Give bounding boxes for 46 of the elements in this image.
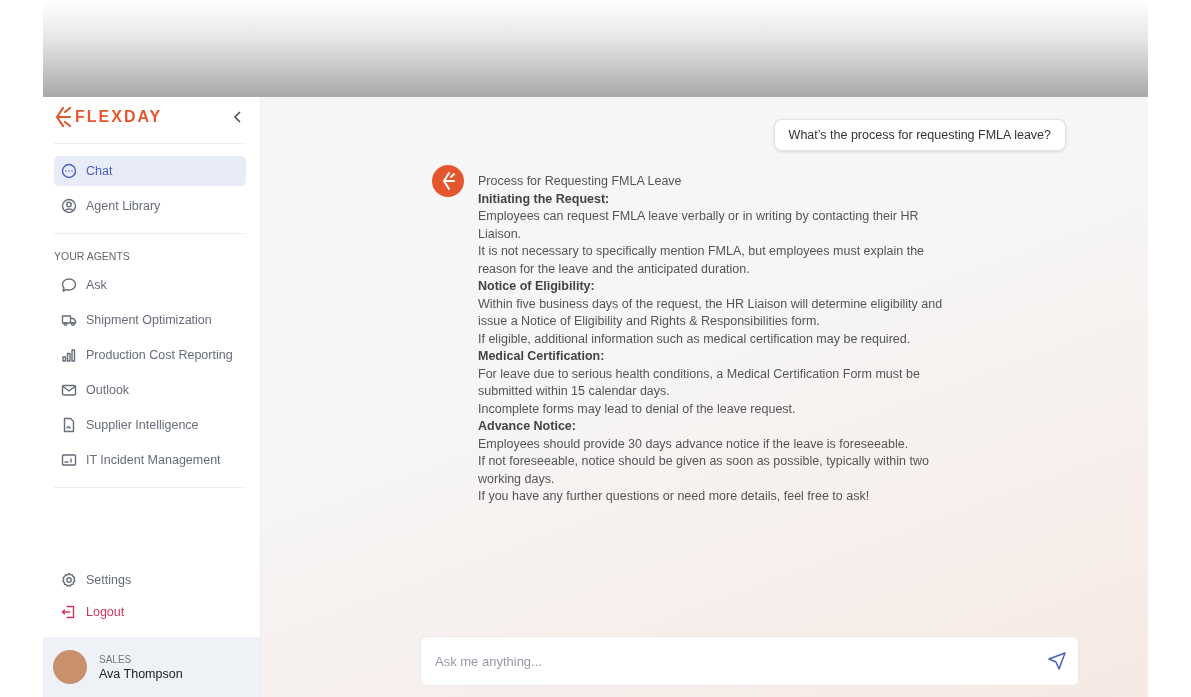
logout-icon <box>61 604 77 620</box>
reply-text: Within five business days of the request, the HR Liaison will determine eligibility and issue a Notice of Eligibility and Rights & Responsibilities form. <box>478 295 944 330</box>
reply-heading: Notice of Eligibility: <box>478 278 596 295</box>
speech-bubble-icon <box>61 277 77 293</box>
sidebar-item[interactable]: Chat <box>54 156 246 186</box>
document-icon <box>61 417 77 433</box>
reply-heading: Medical Certification: <box>478 348 606 365</box>
reply-text: It is not necessary to specifically mention FMLA, but employees must explain the reason for the leave and the anticipated duration. <box>478 243 926 278</box>
send-icon <box>1047 651 1067 671</box>
reply-heading: Initiating the Request: <box>478 190 611 208</box>
send-button[interactable] <box>1045 649 1069 673</box>
sidebar-item[interactable]: Ask <box>54 270 246 300</box>
sidebar-item[interactable]: Supplier Intelligence <box>54 410 246 440</box>
gear-icon <box>61 572 77 588</box>
reply-text: If eligible, additional information such as medical certification may be required. <box>478 330 912 348</box>
sidebar-item[interactable]: Agent Library <box>54 191 246 221</box>
sidebar-item[interactable]: Outlook <box>54 375 246 405</box>
logo-icon <box>54 107 72 127</box>
sidebar-item[interactable]: IT Incident Management <box>54 445 246 475</box>
user-role: SALES <box>99 653 133 665</box>
truck-icon <box>61 312 77 328</box>
chevron-left-icon <box>234 111 242 123</box>
sidebar-item[interactable]: Shipment Optimization <box>54 305 246 335</box>
chat-bubble-icon <box>61 163 77 179</box>
user-name: Ava Thompson <box>99 666 183 681</box>
reply-text: For leave due to serious health conditions, a Medical Certification Form must be submitted within 15 calendar days. <box>478 365 921 400</box>
reply-text: If you have any further questions or need more details, feel free to ask! <box>478 488 871 505</box>
user-message: What’s the process for requesting FMLA leave? <box>773 119 1066 151</box>
reply-heading: Advance Notice: <box>478 418 577 435</box>
logo-text: FLEXDAY <box>75 108 163 126</box>
envelope-icon <box>61 382 77 398</box>
settings-link[interactable]: Settings <box>54 565 246 595</box>
reply-text: If not foreseeable, notice should be given as soon as possible, typically within two working days. <box>478 453 930 488</box>
reply-text: Employees should provide 30 days advance notice if the leave is foreseeable. <box>478 435 910 453</box>
reply-text: Incomplete forms may lead to denial of the leave request. <box>478 400 797 418</box>
avatar <box>53 650 87 684</box>
reply-text: Employees can request FMLA leave verbally or in writing by contacting their HR Liaison. <box>478 208 920 243</box>
reply-title: Process for Requesting FMLA Leave <box>478 173 683 190</box>
section-label: YOUR AGENTS <box>53 249 131 264</box>
sidebar-item[interactable]: Production Cost Reporting <box>54 340 246 370</box>
assistant-avatar-icon <box>432 165 464 197</box>
monitor-icon <box>61 452 77 468</box>
bar-chart-icon <box>61 347 77 363</box>
logout-link[interactable]: Logout <box>54 597 246 627</box>
person-icon <box>61 198 77 214</box>
message-input-field[interactable]: Ask me anything... <box>420 636 1079 686</box>
